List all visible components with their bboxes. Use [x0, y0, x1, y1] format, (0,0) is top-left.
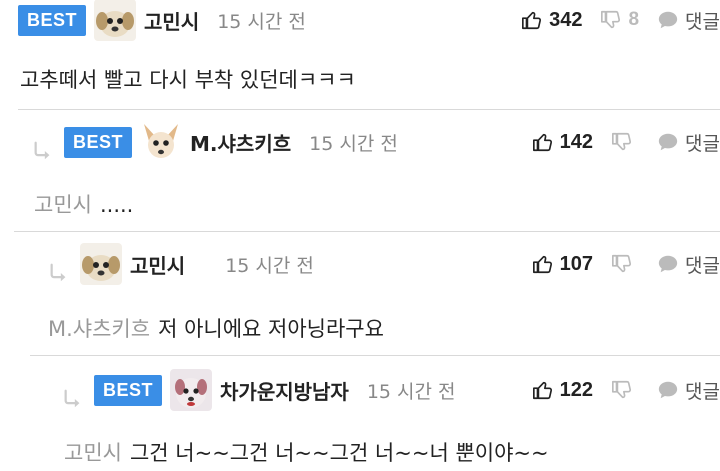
best-badge: BEST	[64, 126, 133, 158]
timestamp: 15 시간 전	[366, 380, 456, 403]
divider	[30, 355, 720, 356]
thumbs-down-icon	[600, 9, 622, 31]
comment-actions: 342 8 댓글	[503, 0, 720, 40]
reply-button[interactable]: 댓글	[657, 7, 720, 34]
dislike-button[interactable]: 8	[600, 9, 639, 31]
speech-bubble-icon	[657, 253, 679, 275]
comment-body: .....	[99, 193, 134, 217]
nickname[interactable]: M.샤츠키흐	[190, 128, 291, 157]
timestamp: 15 시간 전	[225, 254, 314, 277]
speech-bubble-icon	[657, 379, 679, 401]
dislike-button[interactable]	[611, 379, 639, 401]
reply-label: 댓글	[685, 132, 720, 155]
dislike-button[interactable]	[611, 253, 639, 275]
like-button[interactable]: 342	[521, 9, 582, 32]
nickname[interactable]: 고민시	[144, 6, 199, 35]
reply-button[interactable]: 댓글	[657, 377, 720, 404]
dislike-count: 8	[628, 9, 640, 30]
comment-header: BEST M.샤츠키흐 15 시간 전	[32, 122, 398, 162]
timestamp: 15 시간 전	[309, 132, 398, 155]
best-badge: BEST	[18, 4, 87, 36]
puppy-avatar-icon[interactable]	[80, 243, 122, 285]
dislike-button[interactable]	[611, 131, 639, 153]
divider	[18, 109, 720, 110]
like-button[interactable]: 122	[532, 379, 593, 402]
comment-body: 그건 너~~그건 너~~그건 너~~너 뿐이야~~	[129, 441, 549, 465]
comment-actions: 122 댓글	[514, 370, 720, 410]
thumbs-up-icon	[521, 9, 543, 31]
speech-bubble-icon	[657, 9, 679, 31]
thumbs-up-icon	[532, 253, 554, 275]
reply-arrow-icon	[62, 388, 84, 410]
timestamp: 15 시간 전	[217, 10, 306, 33]
thumbs-down-icon	[611, 253, 633, 275]
reply-label: 댓글	[685, 10, 720, 33]
comment-header: 고민시 15 시간 전	[48, 244, 314, 284]
reply-arrow-icon	[32, 140, 54, 162]
puppy-avatar-icon[interactable]	[94, 0, 136, 41]
mention[interactable]: M.샤츠키흐	[48, 317, 150, 341]
comment-body: 저 아니에요 저아닝라구요	[158, 317, 384, 341]
like-count: 107	[559, 252, 594, 275]
thumbs-up-icon	[532, 379, 554, 401]
comment-text: M.샤츠키흐 저 아니에요 저아닝라구요	[48, 313, 384, 343]
mention[interactable]: 고민시	[34, 193, 92, 217]
mention[interactable]: 고민시	[64, 441, 122, 465]
chihuahua-avatar-icon[interactable]	[140, 121, 182, 163]
reply-arrow-icon	[48, 262, 70, 284]
comment-actions: 107 댓글	[514, 244, 720, 284]
like-count: 142	[559, 130, 594, 153]
best-badge: BEST	[94, 374, 163, 406]
like-button[interactable]: 142	[532, 131, 593, 154]
comment-header: BEST 차가운지방남자 15 시간 전	[62, 370, 456, 410]
comment-text: 고추떼서 빨고 다시 부착 있던데ㅋㅋㅋ	[20, 68, 356, 92]
nickname[interactable]: 차가운지방남자	[220, 376, 349, 405]
dog-avatar-icon[interactable]	[170, 369, 212, 411]
reply-label: 댓글	[685, 380, 720, 403]
like-button[interactable]: 107	[532, 253, 593, 276]
thumbs-down-icon	[611, 131, 633, 153]
thumbs-down-icon	[611, 379, 633, 401]
comment-text: 고민시 그건 너~~그건 너~~그건 너~~너 뿐이야~~	[64, 437, 549, 467]
like-count: 342	[549, 8, 583, 31]
like-count: 122	[559, 378, 594, 401]
reply-label: 댓글	[685, 254, 720, 277]
comment-actions: 142 댓글	[514, 122, 720, 162]
reply-button[interactable]: 댓글	[657, 129, 720, 156]
divider	[14, 231, 720, 232]
thumbs-up-icon	[532, 131, 554, 153]
reply-button[interactable]: 댓글	[657, 251, 720, 278]
comment-text: 고민시.....	[34, 189, 133, 219]
speech-bubble-icon	[657, 131, 679, 153]
nickname[interactable]: 고민시	[130, 250, 185, 279]
comment-header: BEST 고민시 15 시간 전	[18, 0, 306, 40]
